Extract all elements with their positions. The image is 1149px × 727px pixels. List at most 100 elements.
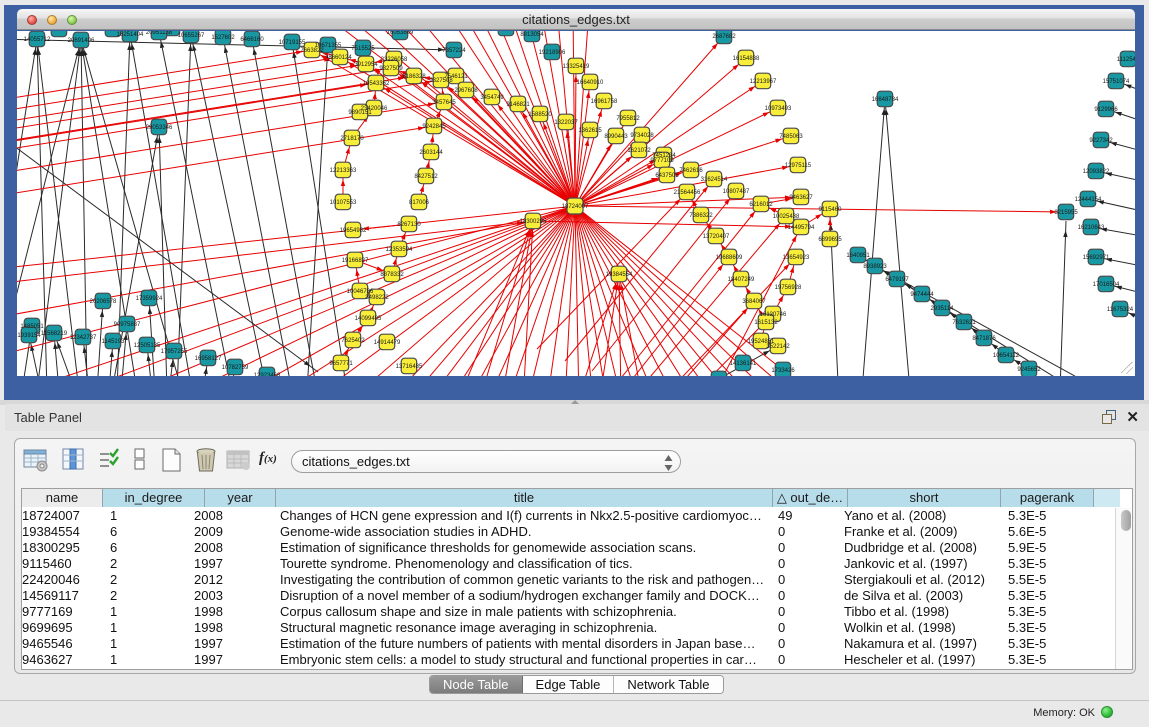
svg-text:3454749: 3454749 — [480, 95, 504, 101]
svg-text:12444154: 12444154 — [1075, 197, 1102, 203]
svg-text:14136141: 14136141 — [730, 361, 757, 367]
svg-text:9474444: 9474444 — [910, 292, 934, 298]
svg-text:2967608: 2967608 — [454, 88, 478, 94]
svg-text:1733426: 1733426 — [771, 368, 795, 374]
svg-text:1964051: 1964051 — [494, 31, 518, 32]
svg-text:1112546: 1112546 — [1117, 57, 1135, 63]
svg-text:16251404: 16251404 — [117, 32, 144, 38]
svg-text:12213967: 12213967 — [750, 79, 777, 85]
svg-text:8878332: 8878332 — [380, 272, 404, 278]
svg-text:9657771: 9657771 — [329, 361, 353, 367]
svg-text:6479197: 6479197 — [885, 277, 909, 283]
svg-text:7485063: 7485063 — [779, 134, 803, 140]
svg-text:6466160: 6466160 — [240, 37, 264, 43]
svg-text:9146821: 9146821 — [506, 102, 530, 108]
svg-text:9463627: 9463627 — [789, 195, 813, 201]
svg-text:18724007: 18724007 — [562, 204, 589, 210]
svg-text:8427512: 8427512 — [414, 174, 438, 180]
svg-text:16958127: 16958127 — [195, 356, 222, 362]
svg-text:6899695: 6899695 — [818, 237, 842, 243]
svg-text:13720407: 13720407 — [703, 234, 730, 240]
svg-text:16210643: 16210643 — [1078, 225, 1105, 231]
svg-text:17957255: 17957255 — [161, 349, 188, 355]
svg-text:14099485: 14099485 — [355, 316, 382, 322]
svg-text:1362615: 1362615 — [578, 128, 602, 134]
svg-text:18300295: 18300295 — [520, 219, 547, 225]
svg-text:7663822: 7663822 — [300, 48, 324, 54]
svg-text:8267130: 8267130 — [397, 222, 421, 228]
svg-text:1621072: 1621072 — [627, 148, 651, 154]
svg-text:31624514: 31624514 — [701, 177, 728, 183]
svg-text:7546121: 7546121 — [444, 74, 468, 80]
svg-text:6437505: 6437505 — [655, 173, 679, 179]
svg-text:14495794: 14495794 — [788, 225, 815, 231]
svg-text:15751074: 15751074 — [1103, 79, 1130, 85]
svg-text:90975887: 90975887 — [114, 322, 141, 328]
svg-text:20206578: 20206578 — [90, 299, 117, 305]
svg-text:16648784: 16648784 — [872, 97, 899, 103]
svg-text:7462616: 7462616 — [679, 168, 703, 174]
svg-text:1588520: 1588520 — [528, 112, 552, 118]
svg-text:1640951: 1640951 — [846, 253, 870, 259]
svg-text:10719155: 10719155 — [279, 40, 306, 46]
svg-text:21564456: 21564456 — [674, 190, 701, 196]
svg-text:1485051: 1485051 — [20, 324, 44, 330]
svg-text:17016504: 17016504 — [1093, 282, 1120, 288]
svg-text:3912954: 3912954 — [354, 62, 378, 68]
svg-text:7386322: 7386322 — [689, 213, 713, 219]
svg-text:9327509: 9327509 — [379, 66, 403, 72]
svg-text:13716485: 13716485 — [396, 364, 423, 370]
svg-text:9129966: 9129966 — [1094, 107, 1118, 113]
svg-text:1322037: 1322037 — [554, 120, 578, 126]
svg-text:18407249: 18407249 — [728, 277, 755, 283]
svg-text:13654923: 13654923 — [783, 255, 810, 261]
svg-text:9242845: 9242845 — [422, 124, 446, 130]
svg-text:7632621: 7632621 — [952, 320, 976, 326]
svg-text:8215955: 8215955 — [1054, 210, 1078, 216]
svg-text:2603144: 2603144 — [419, 150, 443, 156]
svg-text:13325419: 13325419 — [563, 64, 590, 70]
svg-text:1527602: 1527602 — [211, 35, 235, 41]
svg-text:1860431: 1860431 — [47, 31, 71, 33]
svg-text:10655267: 10655267 — [178, 33, 205, 39]
svg-text:16154838: 16154838 — [733, 56, 760, 62]
svg-text:817006: 817006 — [409, 200, 430, 206]
svg-text:2718170: 2718170 — [340, 136, 364, 142]
svg-text:12093822: 12093822 — [1083, 169, 1110, 175]
svg-text:7515525: 7515525 — [351, 46, 375, 52]
svg-text:9227342: 9227342 — [1089, 138, 1113, 144]
svg-text:9890151: 9890151 — [348, 110, 372, 116]
svg-text:19756928: 19756928 — [775, 285, 802, 291]
svg-text:19218906: 19218906 — [539, 50, 566, 56]
svg-text:1939154: 1939154 — [17, 333, 41, 339]
svg-text:12975115: 12975115 — [785, 163, 812, 169]
svg-text:16961758: 16961758 — [591, 99, 618, 105]
svg-text:19654982: 19654982 — [340, 228, 367, 234]
svg-text:11675324: 11675324 — [1107, 307, 1134, 313]
svg-text:3522142: 3522142 — [766, 344, 790, 350]
svg-text:1145193: 1145193 — [102, 339, 126, 345]
svg-text:8813054: 8813054 — [520, 32, 544, 38]
svg-text:16053809: 16053809 — [387, 31, 414, 36]
svg-text:11568219: 11568219 — [41, 331, 68, 337]
svg-text:12213363: 12213363 — [330, 168, 357, 174]
svg-text:16640910: 16640910 — [577, 80, 604, 86]
svg-text:9777109: 9777109 — [650, 158, 674, 164]
svg-text:15692971: 15692971 — [1083, 255, 1110, 261]
svg-text:10025438: 10025438 — [773, 214, 800, 220]
svg-text:20691406: 20691406 — [68, 38, 95, 44]
svg-text:3498222: 3498222 — [365, 295, 389, 301]
svg-text:8990443: 8990443 — [604, 134, 628, 140]
svg-text:10107553: 10107553 — [330, 200, 357, 206]
svg-text:1615132: 1615132 — [754, 320, 778, 326]
svg-text:14055712: 14055712 — [24, 37, 51, 43]
svg-text:9734028: 9734028 — [630, 133, 654, 139]
svg-text:9115460: 9115460 — [819, 207, 843, 213]
svg-text:10807487: 10807487 — [723, 189, 750, 195]
svg-text:10543362: 10543362 — [363, 81, 390, 87]
svg-text:8660124: 8660124 — [328, 55, 352, 61]
svg-text:10782759: 10782759 — [222, 365, 249, 371]
svg-text:10654112: 10654112 — [993, 353, 1020, 359]
svg-text:16120746: 16120746 — [760, 312, 787, 318]
svg-text:3684067: 3684067 — [742, 299, 766, 305]
